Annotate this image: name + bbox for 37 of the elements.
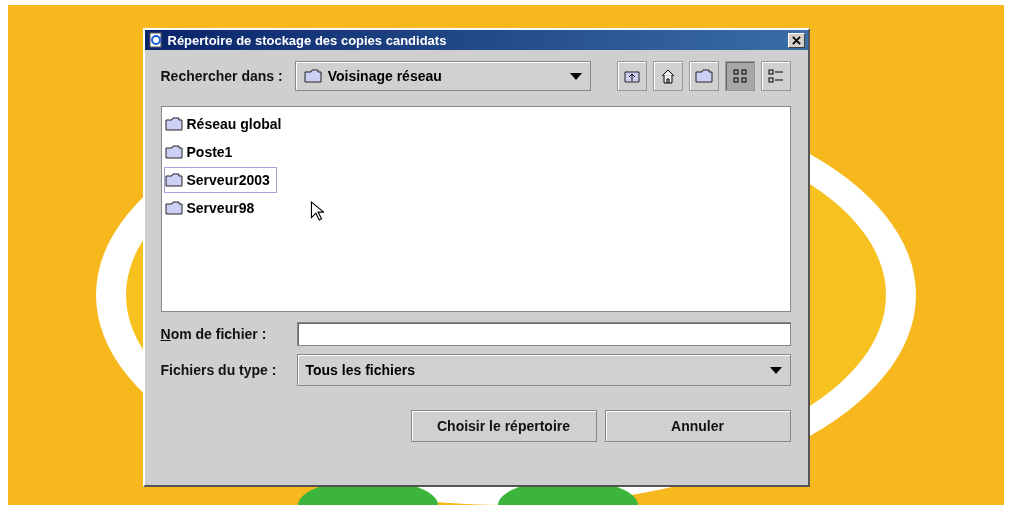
look-in-dropdown[interactable]: Voisinage réseau xyxy=(294,61,591,91)
folder-name: Réseau global xyxy=(186,116,282,132)
folder-item[interactable]: Serveur2003 xyxy=(163,167,277,193)
home-icon xyxy=(659,68,676,84)
file-name-label: Nom de fichier : xyxy=(160,326,268,342)
look-in-label: Rechercher dans : xyxy=(160,68,283,84)
folder-icon xyxy=(164,201,183,215)
details-view-button[interactable] xyxy=(760,61,791,91)
folder-item[interactable]: Réseau global xyxy=(163,111,289,137)
up-folder-button[interactable] xyxy=(616,61,647,91)
details-view-icon xyxy=(767,68,784,84)
folder-item[interactable]: Poste1 xyxy=(163,139,240,165)
new-folder-button[interactable] xyxy=(688,61,719,91)
mouse-cursor-icon xyxy=(309,201,324,221)
document-icon xyxy=(147,32,164,48)
folder-item[interactable]: Serveur98 xyxy=(163,195,262,221)
file-type-label: Fichiers du type : xyxy=(160,362,278,378)
choose-directory-button[interactable]: Choisir le répertoire xyxy=(410,410,597,442)
folder-icon xyxy=(303,69,322,83)
list-view-button[interactable] xyxy=(724,61,755,91)
caret-icon xyxy=(569,72,582,80)
cancel-button[interactable]: Annuler xyxy=(604,410,791,442)
folder-name: Poste1 xyxy=(186,144,233,160)
folder-icon xyxy=(694,69,713,83)
file-type-dropdown[interactable]: Tous les fichiers xyxy=(296,354,791,386)
caret-icon xyxy=(769,366,782,374)
file-name-field[interactable] xyxy=(296,322,791,346)
folder-icon xyxy=(164,145,183,159)
close-icon xyxy=(791,35,801,45)
folder-icon xyxy=(164,173,183,187)
folder-name: Serveur2003 xyxy=(186,172,270,188)
window-title: Répertoire de stockage des copies candidats xyxy=(167,32,448,48)
folder-icon xyxy=(164,117,183,131)
grid-view-icon xyxy=(731,68,748,84)
folder-name: Serveur98 xyxy=(186,200,255,216)
home-button[interactable] xyxy=(652,61,683,91)
close-button[interactable] xyxy=(787,32,805,48)
